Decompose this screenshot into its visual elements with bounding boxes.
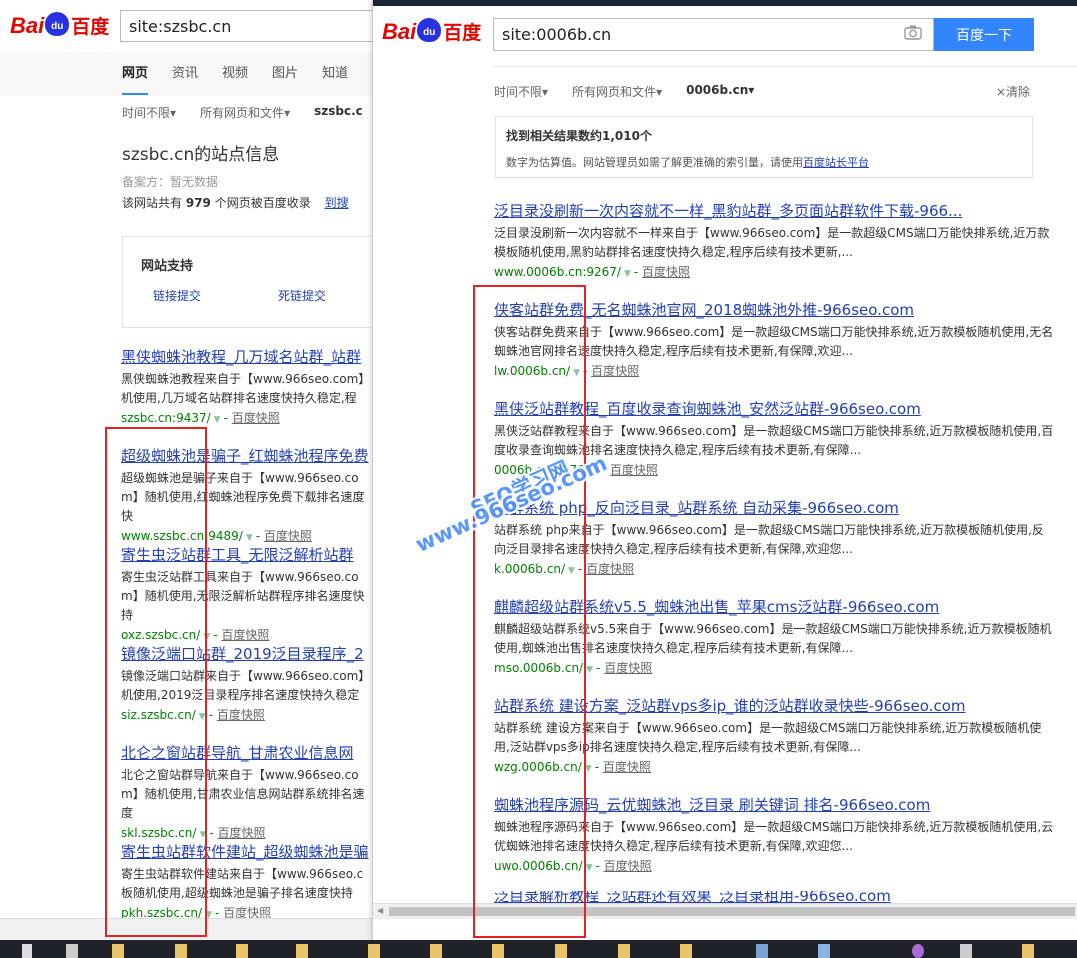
- search-input[interactable]: site:szsbc.cn: [120, 10, 372, 42]
- chevron-down-icon[interactable]: ▼: [624, 269, 631, 279]
- chevron-down-icon[interactable]: ▼: [586, 863, 593, 873]
- paw-icon: du: [417, 17, 442, 42]
- site-info-title: szsbc.cn的站点信息: [122, 145, 280, 165]
- taskbar-app-icon[interactable]: [66, 944, 78, 958]
- camera-icon[interactable]: [904, 24, 922, 44]
- snapshot-link[interactable]: 百度快照: [604, 859, 652, 873]
- deadlink-submit-link[interactable]: 死链提交: [278, 287, 326, 304]
- search-button[interactable]: 百度一下: [934, 18, 1034, 51]
- count-note: 数字为估算值。网站管理员如需了解更准确的索引量，请使用百度站长平台: [506, 156, 869, 169]
- header-divider: [493, 66, 1077, 67]
- chevron-down-icon: ▾: [748, 83, 755, 97]
- site-indexed-count: 该网站共有 979 个网页被百度收录 到搜: [122, 196, 349, 210]
- folder-icon[interactable]: [112, 944, 124, 958]
- red-annotation-box-right: [473, 285, 586, 938]
- chevron-down-icon: ▾: [284, 106, 291, 120]
- result-title-link[interactable]: 黑侠蜘蛛池教程_几万域名站群_站群: [121, 346, 371, 367]
- chevron-down-icon: ▾: [542, 85, 549, 99]
- filter-bar: 时间不限▾ 所有网页和文件▾ szsbc.c: [122, 104, 363, 121]
- filter-filetype[interactable]: 所有网页和文件▾: [572, 83, 662, 100]
- site-record: 备案方：暂无数据: [122, 175, 219, 189]
- left-result-1: 黑侠蜘蛛池教程_几万域名站群_站群 黑侠蜘蛛池教程来自于【www.966seo.…: [121, 346, 371, 426]
- snapshot-link[interactable]: 百度快照: [586, 562, 634, 576]
- snapshot-link[interactable]: 百度快照: [610, 463, 658, 477]
- start-icon[interactable]: [22, 944, 32, 958]
- folder-icon[interactable]: [430, 944, 442, 958]
- filter-time[interactable]: 时间不限▾: [122, 104, 176, 121]
- folder-icon[interactable]: [618, 944, 630, 958]
- chevron-down-icon: ▾: [656, 85, 663, 99]
- result-url: www.0006b.cn:9267/▼ - 百度快照: [494, 265, 691, 279]
- taskbar-app-icon[interactable]: [818, 944, 830, 958]
- snapshot-link[interactable]: 百度快照: [218, 826, 266, 840]
- right-result-1: 泛目录没刷新一次内容就不一样_黑豹站群_多页面站群软件下载-966... 泛目录…: [494, 200, 1054, 280]
- browser-icon[interactable]: [912, 944, 924, 958]
- folder-icon[interactable]: [680, 944, 692, 958]
- site-info-card: szsbc.cn的站点信息 备案方：暂无数据 该网站共有 979 个网页被百度收…: [122, 140, 372, 211]
- snapshot-link[interactable]: 百度快照: [591, 364, 639, 378]
- snapshot-link[interactable]: 百度快照: [217, 708, 265, 722]
- folder-icon[interactable]: [236, 944, 248, 958]
- paw-icon: du: [45, 11, 70, 36]
- taskbar-app-icon[interactable]: [960, 944, 972, 958]
- image-viewer-icon[interactable]: [756, 944, 768, 958]
- chevron-down-icon[interactable]: ▼: [214, 415, 221, 425]
- scroll-left-icon[interactable]: ◀: [377, 906, 383, 915]
- webmaster-platform-link[interactable]: 百度站长平台: [803, 156, 869, 169]
- result-count-box: 找到相关结果数约1,010个 数字为估算值。网站管理员如需了解更准确的索引量，请…: [495, 116, 1033, 178]
- support-heading: 网站支持: [141, 259, 194, 274]
- folder-icon[interactable]: [555, 944, 567, 958]
- baidu-logo[interactable]: Bai du 百度: [10, 11, 109, 39]
- snapshot-link[interactable]: 百度快照: [604, 661, 652, 675]
- search-tabs: 网页 资讯 视频 图片 知道: [122, 62, 348, 95]
- chevron-down-icon: ▾: [170, 106, 177, 120]
- folder-icon[interactable]: [368, 944, 380, 958]
- link-submit-link[interactable]: 链接提交: [153, 287, 201, 304]
- folder-icon[interactable]: [492, 944, 504, 958]
- chevron-down-icon[interactable]: ▼: [246, 533, 253, 543]
- snapshot-link[interactable]: 百度快照: [642, 265, 690, 279]
- red-annotation-box-left: [105, 427, 207, 937]
- filter-bar: 时间不限▾ 所有网页和文件▾ 0006b.cn▾: [494, 83, 754, 100]
- tab-zhidao[interactable]: 知道: [322, 62, 348, 95]
- tab-images[interactable]: 图片: [272, 62, 298, 95]
- result-url: szsbc.cn:9437/▼ - 百度快照: [121, 411, 280, 425]
- baidu-logo[interactable]: Bai du 百度: [382, 17, 481, 45]
- taskbar-app-icon[interactable]: [1022, 944, 1034, 958]
- site-info-link[interactable]: 到搜: [325, 196, 349, 210]
- result-description: 泛目录没刷新一次内容就不一样来自于【www.966seo.com】是一款超级CM…: [494, 226, 1050, 259]
- result-title-link[interactable]: 泛目录没刷新一次内容就不一样_黑豹站群_多页面站群软件下载-966...: [494, 200, 1054, 221]
- chevron-down-icon[interactable]: ▼: [586, 665, 593, 675]
- snapshot-link[interactable]: 百度快照: [264, 529, 312, 543]
- folder-icon[interactable]: [175, 944, 187, 958]
- tab-news[interactable]: 资讯: [172, 62, 198, 95]
- webmaster-support-box: 网站支持 链接提交 死链提交: [122, 236, 372, 328]
- snapshot-link[interactable]: 百度快照: [232, 411, 280, 425]
- result-count: 找到相关结果数约1,010个: [506, 129, 652, 143]
- folder-icon[interactable]: [296, 944, 308, 958]
- tab-video[interactable]: 视频: [222, 62, 248, 95]
- clear-filters-button[interactable]: ×清除: [996, 83, 1030, 100]
- search-input[interactable]: site:0006b.cn: [493, 18, 934, 51]
- filter-filetype[interactable]: 所有网页和文件▾: [200, 104, 290, 121]
- window-top-strip: [373, 0, 1077, 6]
- tab-web[interactable]: 网页: [122, 62, 149, 95]
- result-description: 黑侠蜘蛛池教程来自于【www.966seo.com】机使用,几万域名站群排名速度…: [121, 372, 371, 405]
- taskbar: [0, 940, 1077, 958]
- filter-site[interactable]: 0006b.cn▾: [686, 83, 754, 100]
- snapshot-link[interactable]: 百度快照: [221, 628, 269, 642]
- snapshot-link[interactable]: 百度快照: [603, 760, 651, 774]
- filter-time[interactable]: 时间不限▾: [494, 83, 548, 100]
- filter-site[interactable]: szsbc.c: [314, 104, 363, 121]
